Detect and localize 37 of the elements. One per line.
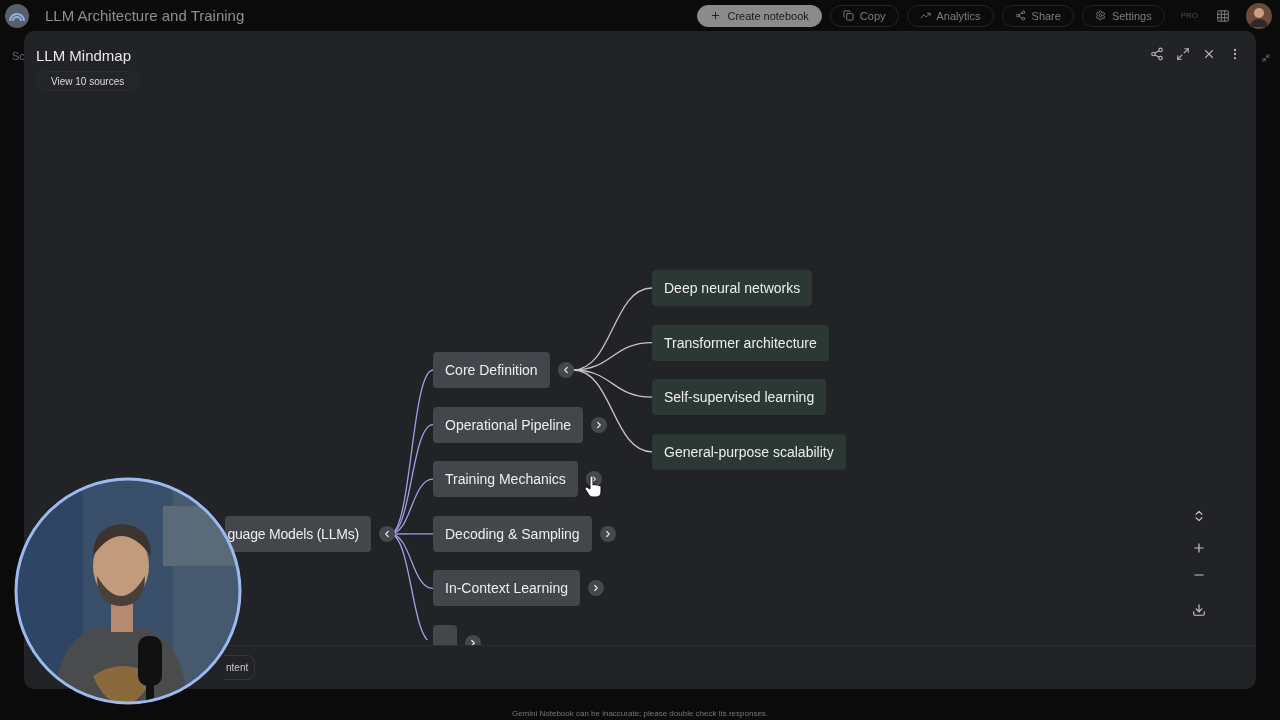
toolbar-button[interactable]: Create notebook bbox=[697, 4, 822, 27]
notebook-title: LLM Architecture and Training bbox=[45, 7, 246, 24]
trend-line-icon bbox=[919, 10, 931, 21]
mindmap-node[interactable]: General-purpose scalability bbox=[652, 433, 846, 470]
apps-grid-icon[interactable] bbox=[1216, 8, 1230, 23]
close-icon[interactable] bbox=[1202, 47, 1216, 61]
avatar[interactable] bbox=[1246, 2, 1272, 29]
hand-cursor-icon bbox=[584, 476, 604, 498]
disclaimer-text: Gemini Notebook can be inaccurate; please double check its responses. bbox=[511, 709, 769, 718]
expand-toggle[interactable] bbox=[557, 362, 574, 378]
mindmap-node[interactable]: Operational Pipeline bbox=[433, 406, 584, 443]
mindmap-node[interactable]: Transformer architecture bbox=[652, 324, 829, 361]
mindmap-node[interactable]: Deep neural networks bbox=[652, 270, 813, 306]
mindmap-node[interactable]: Training Mechanics bbox=[433, 461, 578, 498]
sidebar-label: Sc bbox=[12, 50, 25, 62]
expand-toggle[interactable] bbox=[599, 525, 616, 542]
expand-toggle[interactable] bbox=[379, 526, 395, 542]
mindmap-node[interactable]: guage Models (LLMs) bbox=[225, 516, 371, 552]
chevron-right-icon bbox=[468, 638, 478, 645]
copy-icon bbox=[842, 10, 854, 21]
bottom-button[interactable]: ntent bbox=[224, 655, 256, 680]
mindmap-node[interactable]: In-Context Learning bbox=[433, 570, 580, 607]
view-sources-button[interactable]: View 10 sources bbox=[36, 71, 140, 91]
expand-toggle[interactable] bbox=[591, 416, 608, 433]
plus-icon bbox=[710, 10, 722, 21]
fullscreen-icon[interactable] bbox=[1176, 47, 1190, 61]
chevron-left-icon bbox=[382, 529, 392, 539]
mindmap-node[interactable]: Self-supervised learning bbox=[652, 379, 827, 416]
share-icon bbox=[1014, 10, 1026, 21]
mindmap-node[interactable]: Decoding & Sampling bbox=[433, 515, 592, 552]
app-logo bbox=[5, 3, 29, 28]
gear-icon bbox=[1094, 10, 1106, 21]
share-icon[interactable] bbox=[1150, 47, 1164, 61]
mindmap-node[interactable]: Core Definition bbox=[433, 352, 550, 388]
expand-toggle[interactable] bbox=[587, 580, 604, 597]
minimize-icon[interactable] bbox=[1261, 53, 1271, 63]
panel-title: LLM Mindmap bbox=[36, 47, 132, 64]
